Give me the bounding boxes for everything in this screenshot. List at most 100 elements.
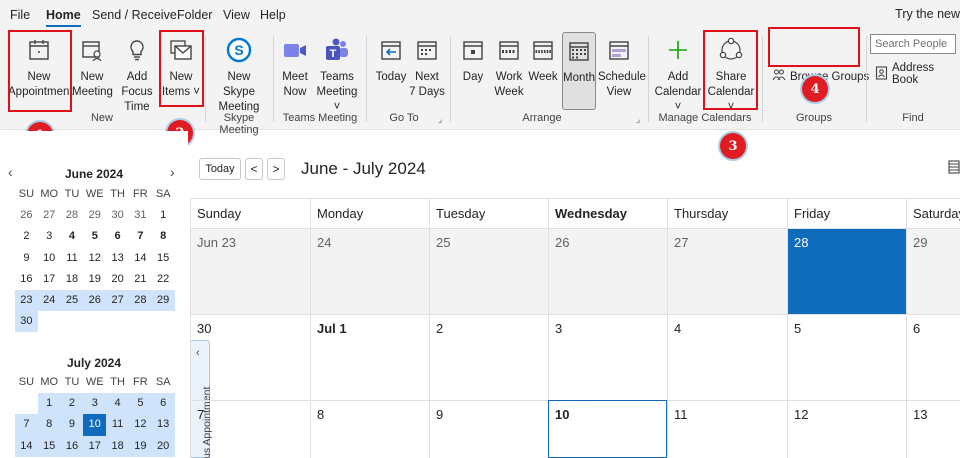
calendar-day-cell[interactable]: Jul 1 — [310, 314, 429, 400]
arrange-dialog-launcher-icon[interactable]: ⌟ — [636, 114, 640, 125]
tab-file[interactable]: File — [10, 8, 30, 22]
mini-day-cell[interactable]: 25 — [60, 289, 84, 312]
mini-day-cell[interactable]: 26 — [83, 289, 107, 312]
mini-day-cell[interactable]: 28 — [128, 289, 152, 312]
calendar-day-cell[interactable]: 11 — [667, 400, 787, 458]
mini-day-cell[interactable]: 16 — [15, 269, 38, 290]
add-focus-time-button[interactable]: Add Focus Time — [113, 32, 161, 115]
view-schedule-button[interactable]: Schedule View — [598, 32, 646, 100]
calendar-day-cell[interactable]: 5 — [787, 314, 906, 400]
calendar-day-cell[interactable]: 13 — [906, 400, 960, 458]
calendar-day-cell[interactable]: 10 — [548, 400, 667, 458]
calendar-day-cell[interactable]: 3 — [548, 314, 667, 400]
tab-home[interactable]: Home — [46, 8, 81, 27]
new-skype-meeting-button[interactable]: S New Skype Meeting — [212, 32, 266, 115]
prev-period-button[interactable]: < — [245, 158, 263, 180]
calendar-day-cell[interactable]: 30 — [190, 314, 310, 400]
mini-day-cell[interactable]: 23 — [15, 289, 38, 312]
mini-day-cell[interactable]: 28 — [61, 205, 84, 226]
calendar-day-cell[interactable]: 8 — [310, 400, 429, 458]
calendar-day-cell[interactable]: 25 — [429, 228, 548, 314]
mini-day-cell[interactable]: 13 — [151, 414, 175, 436]
try-new-outlook-toggle[interactable]: Try the new — [895, 7, 960, 21]
next-7-days-button[interactable]: Next 7 Days — [409, 32, 445, 100]
mini-day-cell[interactable]: 14 — [15, 435, 38, 457]
mini-day-cell[interactable]: 10 — [38, 248, 61, 269]
calendar-day-cell[interactable]: 27 — [667, 228, 787, 314]
next-period-button[interactable]: > — [267, 158, 285, 180]
go-to-dialog-launcher-icon[interactable]: ⌟ — [438, 114, 442, 125]
mini-day-cell[interactable]: 8 — [152, 226, 175, 247]
mini-day-cell[interactable]: 30 — [15, 311, 38, 333]
mini-day-cell[interactable]: 5 — [128, 393, 152, 415]
mini-day-cell[interactable]: 5 — [83, 226, 106, 247]
mini-day-cell[interactable]: 20 — [106, 269, 129, 290]
goto-today-button[interactable]: Today — [374, 32, 408, 85]
tab-view[interactable]: View — [223, 8, 250, 22]
tab-send-receive[interactable]: Send / Receive — [92, 8, 177, 22]
mini-day-cell[interactable]: 12 — [83, 248, 106, 269]
mini-day-cell[interactable]: 1 — [152, 205, 175, 226]
teams-meeting-button[interactable]: T Teams Meeting ˅ — [313, 32, 361, 115]
mini-day-cell[interactable]: 26 — [15, 205, 38, 226]
mini-day-cell[interactable]: 17 — [83, 435, 107, 457]
mini-day-cell[interactable]: 13 — [106, 248, 129, 269]
calendar-layout-icon[interactable] — [948, 160, 960, 177]
calendar-day-cell[interactable]: 12 — [787, 400, 906, 458]
mini-day-cell[interactable]: 27 — [38, 205, 61, 226]
new-meeting-button[interactable]: New Meeting — [72, 32, 113, 100]
mini-day-cell[interactable]: 11 — [61, 248, 84, 269]
view-work-week-button[interactable]: Work Week — [493, 32, 525, 100]
tab-help[interactable]: Help — [260, 8, 286, 22]
calendar-day-cell[interactable]: 7 — [190, 400, 310, 458]
mini-day-cell[interactable]: 20 — [151, 435, 175, 457]
mini-day-cell[interactable]: 3 — [83, 393, 107, 415]
calendar-day-cell[interactable]: Jun 23 — [190, 228, 310, 314]
mini-day-cell[interactable]: 7 — [129, 226, 152, 247]
calendar-day-cell[interactable]: 2 — [429, 314, 548, 400]
view-week-button[interactable]: Week — [528, 32, 558, 85]
mini-day-cell[interactable]: 15 — [37, 435, 61, 457]
search-people-input[interactable]: Search People — [870, 34, 956, 54]
calendar-day-cell[interactable]: 28 — [787, 228, 906, 314]
mini-day-cell[interactable]: 8 — [37, 414, 61, 436]
mini-day-cell[interactable]: 11 — [106, 414, 129, 436]
add-calendar-button[interactable]: Add Calendar ˅ — [652, 32, 704, 115]
calendar-day-cell[interactable]: 24 — [310, 228, 429, 314]
mini-day-cell[interactable]: 18 — [106, 435, 129, 457]
next-month-arrow-icon[interactable]: › — [170, 164, 175, 180]
mini-day-cell[interactable]: 24 — [37, 289, 61, 312]
mini-day-cell[interactable]: 29 — [151, 289, 175, 312]
mini-day-cell[interactable]: 3 — [38, 226, 61, 247]
mini-day-cell[interactable]: 4 — [61, 226, 84, 247]
mini-day-cell[interactable]: 9 — [15, 248, 38, 269]
today-button[interactable]: Today — [199, 158, 241, 180]
mini-day-cell[interactable]: 2 — [60, 393, 84, 415]
mini-day-cell[interactable]: 30 — [106, 205, 129, 226]
mini-day-cell[interactable]: 17 — [38, 269, 61, 290]
mini-day-cell[interactable]: 27 — [106, 289, 129, 312]
mini-day-cell[interactable]: 1 — [37, 393, 61, 415]
mini-day-cell[interactable]: 18 — [61, 269, 84, 290]
mini-day-cell[interactable]: 31 — [129, 205, 152, 226]
tab-folder[interactable]: Folder — [177, 8, 212, 22]
mini-day-cell[interactable]: 22 — [152, 269, 175, 290]
mini-day-cell[interactable]: 12 — [128, 414, 152, 436]
calendar-day-cell[interactable]: 4 — [667, 314, 787, 400]
mini-day-cell[interactable]: 21 — [129, 269, 152, 290]
meet-now-button[interactable]: Meet Now — [278, 32, 312, 100]
calendar-day-cell[interactable]: 26 — [548, 228, 667, 314]
mini-day-cell[interactable]: 10 — [83, 414, 107, 436]
mini-day-cell[interactable]: 14 — [129, 248, 152, 269]
mini-day-cell[interactable]: 2 — [15, 226, 38, 247]
mini-day-cell[interactable]: 15 — [152, 248, 175, 269]
mini-day-cell[interactable]: 4 — [106, 393, 129, 415]
mini-day-cell[interactable]: 6 — [106, 226, 129, 247]
calendar-day-cell[interactable]: 29 — [906, 228, 960, 314]
mini-day-cell[interactable]: 19 — [83, 269, 106, 290]
address-book-button[interactable]: Address Book — [875, 62, 960, 86]
mini-day-cell[interactable]: 7 — [15, 414, 38, 436]
mini-day-cell[interactable]: 29 — [83, 205, 106, 226]
view-day-button[interactable]: Day — [458, 32, 488, 85]
calendar-day-cell[interactable]: 9 — [429, 400, 548, 458]
